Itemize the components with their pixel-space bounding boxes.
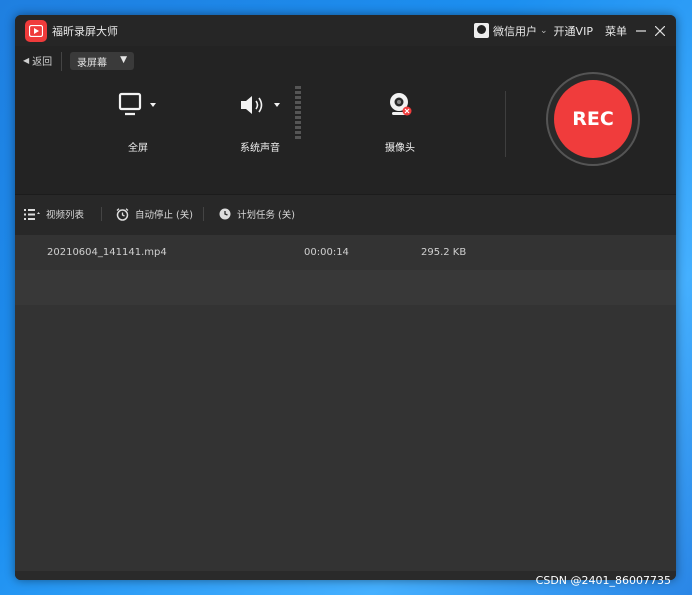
empty-row <box>15 270 676 305</box>
file-size: 295.2 KB <box>421 247 467 258</box>
file-name: 20210604_141141.mp4 <box>47 247 167 258</box>
minimize-icon <box>636 29 646 32</box>
user-name: 微信用户 <box>493 24 537 38</box>
fullscreen-source-button[interactable]: 全屏 <box>88 85 188 154</box>
menu-button[interactable]: 菜单 <box>605 15 627 46</box>
app-window: 福昕录屏大师 微信用户 ⌄ 开通VIP 菜单 ◀ 返回 录屏幕 ▼ 全屏 系统声… <box>15 15 676 580</box>
list-item[interactable]: 20210604_141141.mp4 00:00:14 295.2 KB <box>15 235 676 270</box>
app-title: 福昕录屏大师 <box>52 25 118 38</box>
close-button[interactable] <box>655 15 665 46</box>
divider <box>505 91 506 157</box>
volume-level-meter <box>295 86 301 139</box>
speaker-icon <box>241 96 280 114</box>
list-icon <box>24 208 40 220</box>
file-duration: 00:00:14 <box>304 247 349 258</box>
webcam-label: 摄像头 <box>385 143 415 154</box>
webcam-source-button[interactable]: 摄像头 <box>350 85 450 154</box>
app-logo-icon <box>25 20 47 42</box>
user-account[interactable]: 微信用户 <box>474 15 537 46</box>
fullscreen-label: 全屏 <box>128 143 148 154</box>
schedule-task-tab[interactable]: 计划任务 (关) <box>219 207 295 221</box>
back-arrow-icon: ◀ <box>23 56 30 65</box>
avatar <box>474 23 489 38</box>
video-list-label: 视频列表 <box>46 210 85 221</box>
minimize-button[interactable] <box>636 15 646 46</box>
title-bar: 福昕录屏大师 微信用户 ⌄ 开通VIP 菜单 <box>15 15 676 46</box>
close-icon <box>655 25 665 36</box>
record-mode-dropdown[interactable]: 录屏幕 ▼ <box>70 52 134 70</box>
schedule-task-label: 计划任务 (关) <box>237 210 295 221</box>
monitor-icon <box>118 92 156 116</box>
divider <box>101 207 102 221</box>
auto-stop-tab[interactable]: 自动停止 (关) <box>116 207 193 221</box>
chevron-down-icon: ⌄ <box>540 25 548 36</box>
record-button[interactable]: REC <box>554 80 632 158</box>
watermark: CSDN @2401_86007735 <box>535 574 671 587</box>
record-button-ring: REC <box>546 72 640 166</box>
divider <box>61 52 62 71</box>
system-sound-label: 系统声音 <box>240 143 280 154</box>
divider <box>203 207 204 221</box>
video-file-list: 20210604_141141.mp4 00:00:14 295.2 KB <box>15 235 676 580</box>
alarm-clock-icon <box>116 207 129 221</box>
record-mode-value: 录屏幕 <box>77 57 107 69</box>
webcam-icon <box>390 93 412 116</box>
clock-icon <box>219 208 231 220</box>
auto-stop-label: 自动停止 (关) <box>135 210 193 221</box>
video-list-tab[interactable]: 视频列表 <box>24 207 84 221</box>
back-label: 返回 <box>32 57 53 68</box>
vip-button[interactable]: ⌄ 开通VIP <box>540 15 593 46</box>
list-tab-bar: 视频列表 自动停止 (关) 计划任务 (关) <box>15 194 676 236</box>
vip-label: 开通VIP <box>553 24 593 38</box>
back-button[interactable]: ◀ 返回 <box>23 53 52 68</box>
menu-label: 菜单 <box>605 24 627 38</box>
dropdown-caret-icon: ▼ <box>120 55 127 65</box>
